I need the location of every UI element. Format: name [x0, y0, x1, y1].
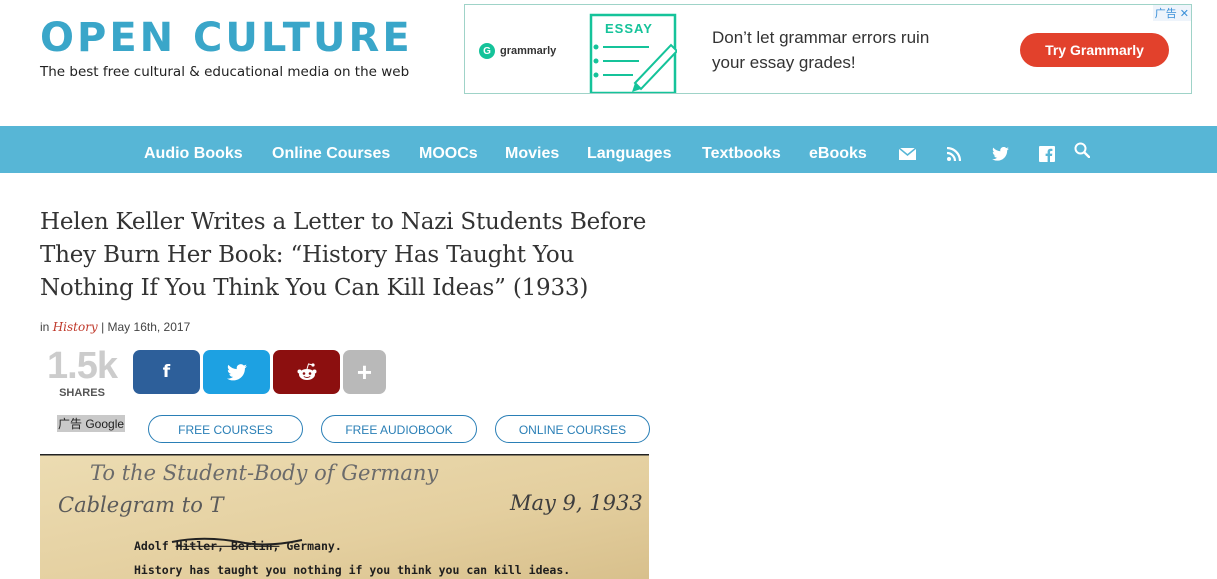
ad-badge[interactable]: 广告 ✕: [1152, 5, 1191, 21]
main-nav: Audio Books Online Courses MOOCs Movies …: [0, 126, 1217, 173]
essay-document-icon: ESSAY: [589, 13, 677, 93]
category-link[interactable]: History: [53, 320, 98, 334]
google-ad-label[interactable]: 广告 Google: [57, 415, 126, 432]
free-courses-button[interactable]: FREE COURSES: [148, 415, 303, 443]
article-meta: in History | May 16th, 2017: [40, 320, 190, 334]
share-count: 1.5k SHARES: [40, 346, 124, 400]
twitter-share-button[interactable]: [203, 350, 270, 394]
grammarly-ad[interactable]: 广告 ✕ G grammarly ESSAY Don’t let grammar…: [464, 4, 1192, 94]
letter-line2: Cablegram to T: [58, 493, 226, 517]
online-courses-button[interactable]: ONLINE COURSES: [495, 415, 650, 443]
ad-badge-label: 广告: [1154, 8, 1177, 20]
letter-date: May 9, 1933: [509, 491, 643, 515]
essay-label: ESSAY: [605, 21, 653, 36]
nav-online-courses[interactable]: Online Courses: [272, 126, 390, 173]
ad-close-icon[interactable]: ✕: [1180, 8, 1189, 20]
ad-copy: Don’t let grammar errors ruin your essay…: [712, 25, 929, 75]
logo-title[interactable]: OPEN CULTURE: [40, 16, 413, 60]
free-audiobook-button[interactable]: FREE AUDIOBOOK: [321, 415, 477, 443]
more-share-button[interactable]: +: [343, 350, 386, 394]
reddit-share-icon: [297, 363, 316, 380]
letter-addressee-prefix: Adolf: [134, 539, 169, 553]
nav-movies[interactable]: Movies: [505, 126, 559, 173]
article-date: | May 16th, 2017: [101, 320, 191, 334]
meta-prefix: in: [40, 320, 50, 334]
rss-icon[interactable]: [942, 130, 966, 177]
share-count-label: SHARES: [59, 387, 105, 399]
nav-textbooks[interactable]: Textbooks: [702, 126, 781, 173]
plus-icon: +: [356, 357, 373, 387]
facebook-share-icon: f: [162, 362, 171, 382]
letter-scan: To the Student-Body of Germany Cablegram…: [40, 454, 649, 579]
share-count-number: 1.5k: [47, 345, 118, 387]
ad-copy-line1: Don’t let grammar errors ruin: [712, 28, 930, 47]
nav-moocs[interactable]: MOOCs: [419, 126, 478, 173]
twitter-share-icon: [226, 363, 247, 380]
nav-audio-books[interactable]: Audio Books: [144, 126, 243, 173]
article-title[interactable]: Helen Keller Writes a Letter to Nazi Stu…: [40, 206, 660, 305]
grammarly-g-icon: G: [479, 43, 495, 59]
twitter-icon[interactable]: [988, 130, 1012, 177]
reddit-share-button[interactable]: [273, 350, 340, 394]
logo-tagline: The best free cultural & educational med…: [40, 64, 410, 80]
search-icon[interactable]: [1070, 126, 1094, 173]
site-logo[interactable]: OPEN CULTURE The best free cultural & ed…: [40, 16, 413, 80]
nav-languages[interactable]: Languages: [587, 126, 671, 173]
ad-copy-line2: your essay grades!: [712, 53, 856, 72]
letter-line1: To the Student-Body of Germany: [90, 461, 439, 485]
letter-body: History has taught you nothing if you th…: [134, 563, 570, 577]
letter-image: To the Student-Body of Germany Cablegram…: [40, 454, 649, 579]
grammarly-logo: G grammarly: [479, 43, 556, 59]
grammarly-brand: grammarly: [500, 45, 557, 57]
mail-icon[interactable]: [895, 130, 919, 177]
facebook-icon[interactable]: [1035, 130, 1059, 177]
try-grammarly-button[interactable]: Try Grammarly: [1020, 33, 1169, 67]
nav-ebooks[interactable]: eBooks: [809, 126, 867, 173]
facebook-share-button[interactable]: f: [133, 350, 200, 394]
